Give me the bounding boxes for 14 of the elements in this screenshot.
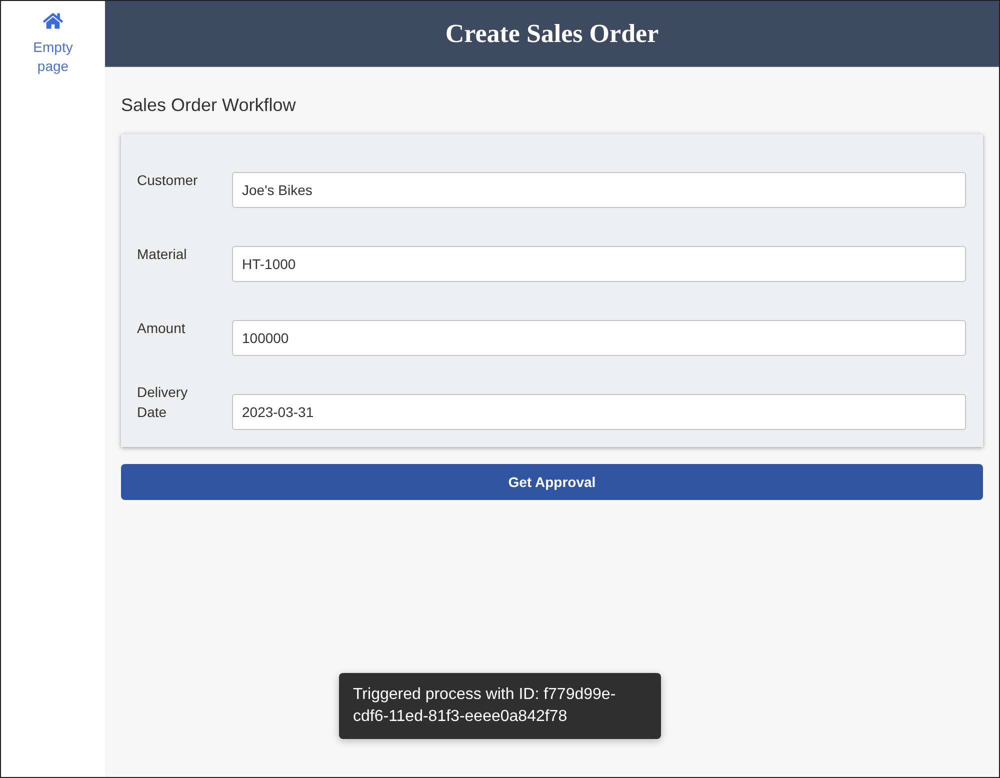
section-title: Sales Order Workflow [121,94,297,117]
home-icon [43,12,63,30]
input-field[interactable]: Joe's Bikes [232,172,966,208]
input-field[interactable]: 100000 [232,320,966,356]
toast-message: Triggered process with ID: f779d99e-cdf6-11ed-81f3-eeee0a842f78 [339,673,661,739]
page-title: Create Sales Order [445,18,659,50]
input-field[interactable]: 2023-03-31 [232,394,966,430]
field-label: Amount [137,319,186,338]
sidebar-item[interactable]: Empty page [21,12,85,76]
field-label: Delivery Date [137,383,189,422]
input-field[interactable]: HT-1000 [232,246,966,282]
field-label: Material [137,245,188,264]
field-label: Customer [137,171,199,190]
get-approval-button[interactable]: Get Approval [121,464,983,500]
